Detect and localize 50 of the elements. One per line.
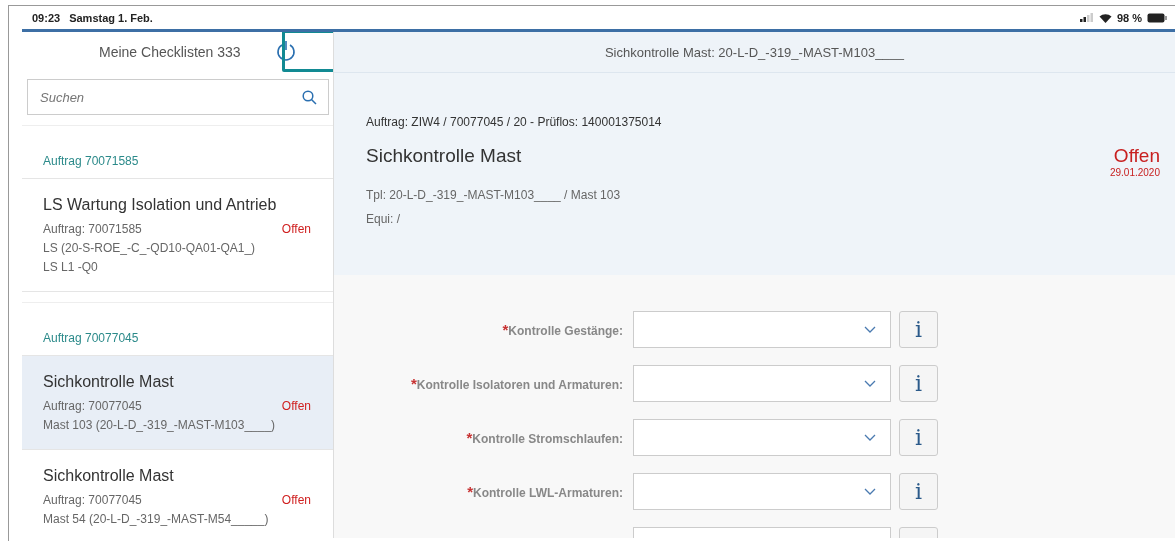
detail-heading: Sichkontrolle Mast [366,145,522,168]
equi-line: Equi: / [366,212,402,226]
signal-icon [1079,13,1094,22]
item-order: Auftrag: 70071585 [43,221,142,238]
item-title: Sichkontrolle Mast [43,467,175,485]
info-button[interactable]: i [899,310,938,348]
field-label: *Kontrolle Gestänge: [502,323,623,338]
field-label: *Kontrolle LWL-Armaturen: [467,485,623,500]
item-status: Offen [281,492,311,509]
info-button[interactable]: i [899,418,938,456]
order-line: Auftrag: ZIW4 / 70077045 / 20 - Prüflos: 140001375014 [366,115,663,129]
group-header: Auftrag 70071585 [22,125,333,179]
info-button[interactable]: i [899,472,938,510]
chevron-down-icon [864,433,876,441]
item-title: Sichkontrolle Mast [43,373,175,391]
field-label: *Kontrolle Isolatoren und Armaturen: [410,377,623,392]
list-title: Meine Checklisten 333 [99,44,241,60]
status-time: 09:23 [32,11,61,24]
item-detail: LS (20-S-ROE_-C_-QD10-QA01-QA1_) [43,240,257,257]
status-date: Samstag 1. Feb. [69,11,153,24]
search-field[interactable]: Suchen [27,79,329,115]
chevron-down-icon [864,325,876,333]
tpl-line: Tpl: 20-L-D_-319_-MAST-M103____ / Mast 103 [366,188,622,202]
dropdown-field[interactable] [633,418,891,456]
dropdown-field[interactable] [633,310,891,348]
status-label: Offen [1112,145,1160,167]
item-order: Auftrag: 70077045 [43,492,142,509]
power-button[interactable] [274,40,297,64]
wifi-icon [1098,12,1112,23]
battery-percent: 98 % [1116,11,1142,24]
status-date-label: 29.01.2020 [1109,167,1160,178]
info-button[interactable]: i [899,364,938,402]
chevron-down-icon [864,487,876,495]
item-status: Offen [281,398,311,415]
dropdown-field[interactable] [633,364,891,402]
detail-title: Sichkontrolle Mast: 20-L-D_-319_-MAST-M103____ [604,44,905,60]
search-icon [302,90,317,105]
dropdown-field[interactable] [633,472,891,510]
item-detail: Mast 103 (20-L-D_-319_-MAST-M103____) [43,417,277,434]
field-label: *Kontrolle Stromschlaufen: [466,431,623,446]
item-detail: LS L1 -Q0 [43,259,99,276]
item-order: Auftrag: 70077045 [43,398,142,415]
item-status: Offen [281,221,311,238]
checklist-item[interactable]: Sichkontrolle Mast Auftrag: 70077045 Offen Mast 103 (20-L-D_-319_-MAST-M103____) [22,356,333,450]
checklist-item[interactable]: Sichkontrolle Mast Auftrag: 70077045 Offen Mast 54 (20-L-D_-319_-MAST-M54_____) [22,450,333,538]
chevron-down-icon [864,379,876,387]
checklist-item[interactable]: LS Wartung Isolation und Antrieb Auftrag: 70071585 Offen LS (20-S-ROE_-C_-QD10-QA01-QA1_) LS L1 -Q0 [22,179,333,292]
item-title: LS Wartung Isolation und Antrieb [43,196,278,214]
item-detail: Mast 54 (20-L-D_-319_-MAST-M54_____) [43,511,270,528]
battery-icon [1147,12,1167,23]
